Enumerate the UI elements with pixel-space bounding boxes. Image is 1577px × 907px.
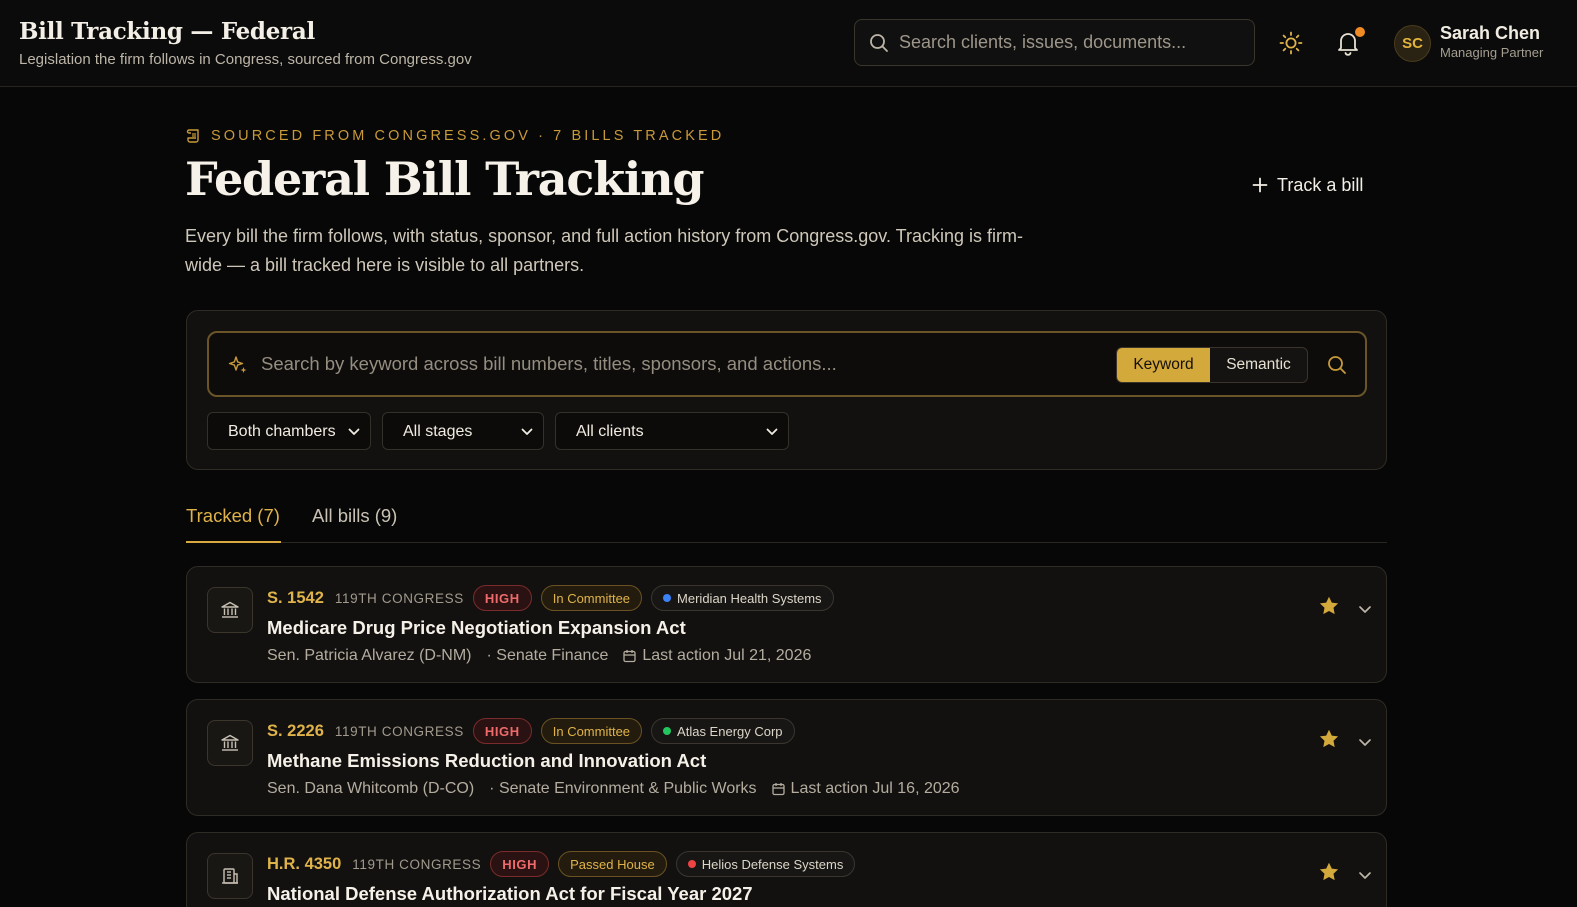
chamber-select[interactable]: Both chambers bbox=[208, 413, 370, 449]
bill-tabs: Tracked (7) All bills (9) bbox=[186, 495, 1387, 543]
congress-label: 119TH CONGRESS bbox=[334, 590, 464, 606]
bill-last-action: Last action Jul 16, 2026 bbox=[790, 780, 960, 797]
theme-toggle-button[interactable] bbox=[1278, 30, 1304, 56]
bill-card[interactable]: H.R. 4350 119TH CONGRESS HIGH Passed Hou… bbox=[186, 832, 1387, 907]
status-badge: In Committee bbox=[540, 585, 643, 611]
client-name: Atlas Energy Corp bbox=[677, 723, 783, 739]
tab-tracked[interactable]: Tracked (7) bbox=[186, 495, 281, 543]
bill-details: Sen. Dana Whitcomb (D-CO) · Senate Envir… bbox=[267, 779, 960, 799]
stage-select-wrap: All stages bbox=[382, 412, 544, 450]
sparkle-icon bbox=[228, 355, 248, 375]
building-icon bbox=[207, 853, 253, 899]
client-color-dot bbox=[687, 860, 696, 868]
calendar-icon bbox=[623, 649, 637, 663]
user-name: Sarah Chen bbox=[1440, 23, 1541, 43]
client-badge: Meridian Health Systems bbox=[651, 585, 834, 611]
bill-card[interactable]: S. 1542 119TH CONGRESS HIGH In Committee… bbox=[186, 566, 1387, 683]
status-badge: In Committee bbox=[540, 718, 643, 744]
client-select[interactable]: All clients bbox=[556, 413, 788, 449]
bill-committee: · Senate Environment & Public Works bbox=[489, 780, 757, 797]
keyword-mode-button[interactable]: Keyword bbox=[1117, 348, 1210, 382]
bill-number[interactable]: S. 2226 bbox=[267, 722, 324, 741]
search-mode-toggle: Keyword Semantic bbox=[1116, 347, 1308, 383]
capitol-icon bbox=[207, 720, 253, 766]
user-role: Managing Partner bbox=[1440, 45, 1544, 60]
search-icon bbox=[869, 33, 889, 53]
page-title: Federal Bill Tracking bbox=[185, 152, 705, 206]
app-title: Bill Tracking — Federal bbox=[19, 18, 315, 45]
sun-icon bbox=[1278, 30, 1304, 56]
priority-badge: HIGH bbox=[472, 585, 532, 611]
chevron-down-icon[interactable] bbox=[1357, 601, 1373, 617]
bill-meta: S. 2226 119TH CONGRESS HIGH In Committee… bbox=[267, 718, 804, 744]
star-icon[interactable] bbox=[1318, 861, 1340, 883]
bill-title[interactable]: National Defense Authorization Act for F… bbox=[267, 883, 753, 905]
bill-committee: · Senate Finance bbox=[486, 647, 609, 664]
bill-title[interactable]: Medicare Drug Price Negotiation Expansio… bbox=[267, 617, 686, 639]
bill-number[interactable]: S. 1542 bbox=[267, 589, 324, 608]
congress-label: 119TH CONGRESS bbox=[352, 856, 482, 872]
client-name: Meridian Health Systems bbox=[677, 590, 822, 606]
global-search-input[interactable] bbox=[899, 20, 1244, 65]
scroll-icon bbox=[186, 128, 202, 144]
priority-badge: HIGH bbox=[490, 851, 550, 877]
source-eyebrow: SOURCED FROM CONGRESS.GOV · 7 BILLS TRAC… bbox=[186, 128, 724, 144]
filter-panel: Keyword Semantic Both chambers All stage… bbox=[186, 310, 1387, 470]
client-select-wrap: All clients bbox=[555, 412, 789, 450]
plus-icon bbox=[1252, 177, 1268, 193]
bill-sponsor: Sen. Dana Whitcomb (D-CO) bbox=[267, 780, 475, 797]
tab-all-bills[interactable]: All bills (9) bbox=[312, 495, 397, 543]
app-subtitle: Legislation the firm follows in Congress… bbox=[19, 51, 472, 68]
global-search bbox=[854, 19, 1255, 66]
priority-badge: HIGH bbox=[472, 718, 532, 744]
notification-dot bbox=[1355, 27, 1365, 37]
bill-meta: S. 1542 119TH CONGRESS HIGH In Committee… bbox=[267, 585, 843, 611]
search-icon[interactable] bbox=[1327, 355, 1347, 375]
bill-number[interactable]: H.R. 4350 bbox=[267, 855, 341, 874]
client-name: Helios Defense Systems bbox=[701, 856, 844, 872]
avatar[interactable]: SC bbox=[1394, 25, 1431, 62]
client-color-dot bbox=[663, 727, 672, 735]
semantic-mode-button[interactable]: Semantic bbox=[1210, 348, 1307, 382]
calendar-icon bbox=[771, 782, 785, 796]
bill-search-input[interactable] bbox=[261, 333, 1101, 395]
status-badge: Passed House bbox=[558, 851, 667, 877]
bill-sponsor: Sen. Patricia Alvarez (D-NM) bbox=[267, 647, 472, 664]
bill-meta: H.R. 4350 119TH CONGRESS HIGH Passed Hou… bbox=[267, 851, 864, 877]
capitol-icon bbox=[207, 587, 253, 633]
track-bill-label: Track a bill bbox=[1277, 174, 1364, 195]
congress-label: 119TH CONGRESS bbox=[334, 723, 464, 739]
bill-details: Sen. Patricia Alvarez (D-NM) · Senate Fi… bbox=[267, 646, 811, 666]
star-icon[interactable] bbox=[1318, 728, 1340, 750]
page-description: Every bill the firm follows, with status… bbox=[185, 226, 1023, 275]
bill-title[interactable]: Methane Emissions Reduction and Innovati… bbox=[267, 750, 706, 772]
track-bill-button[interactable]: Track a bill bbox=[1252, 170, 1363, 200]
client-badge: Atlas Energy Corp bbox=[651, 718, 795, 744]
stage-select[interactable]: All stages bbox=[383, 413, 543, 449]
bill-last-action: Last action Jul 21, 2026 bbox=[642, 647, 812, 664]
chevron-down-icon[interactable] bbox=[1357, 734, 1373, 750]
client-color-dot bbox=[663, 594, 672, 602]
bill-search: Keyword Semantic bbox=[207, 331, 1367, 397]
chamber-select-wrap: Both chambers bbox=[207, 412, 371, 450]
client-badge: Helios Defense Systems bbox=[675, 851, 856, 877]
top-bar: Bill Tracking — Federal Legislation the … bbox=[0, 0, 1577, 87]
bill-card[interactable]: S. 2226 119TH CONGRESS HIGH In Committee… bbox=[186, 699, 1387, 816]
star-icon[interactable] bbox=[1318, 595, 1340, 617]
eyebrow-text: SOURCED FROM CONGRESS.GOV · 7 BILLS TRAC… bbox=[211, 128, 725, 144]
chevron-down-icon[interactable] bbox=[1357, 867, 1373, 883]
